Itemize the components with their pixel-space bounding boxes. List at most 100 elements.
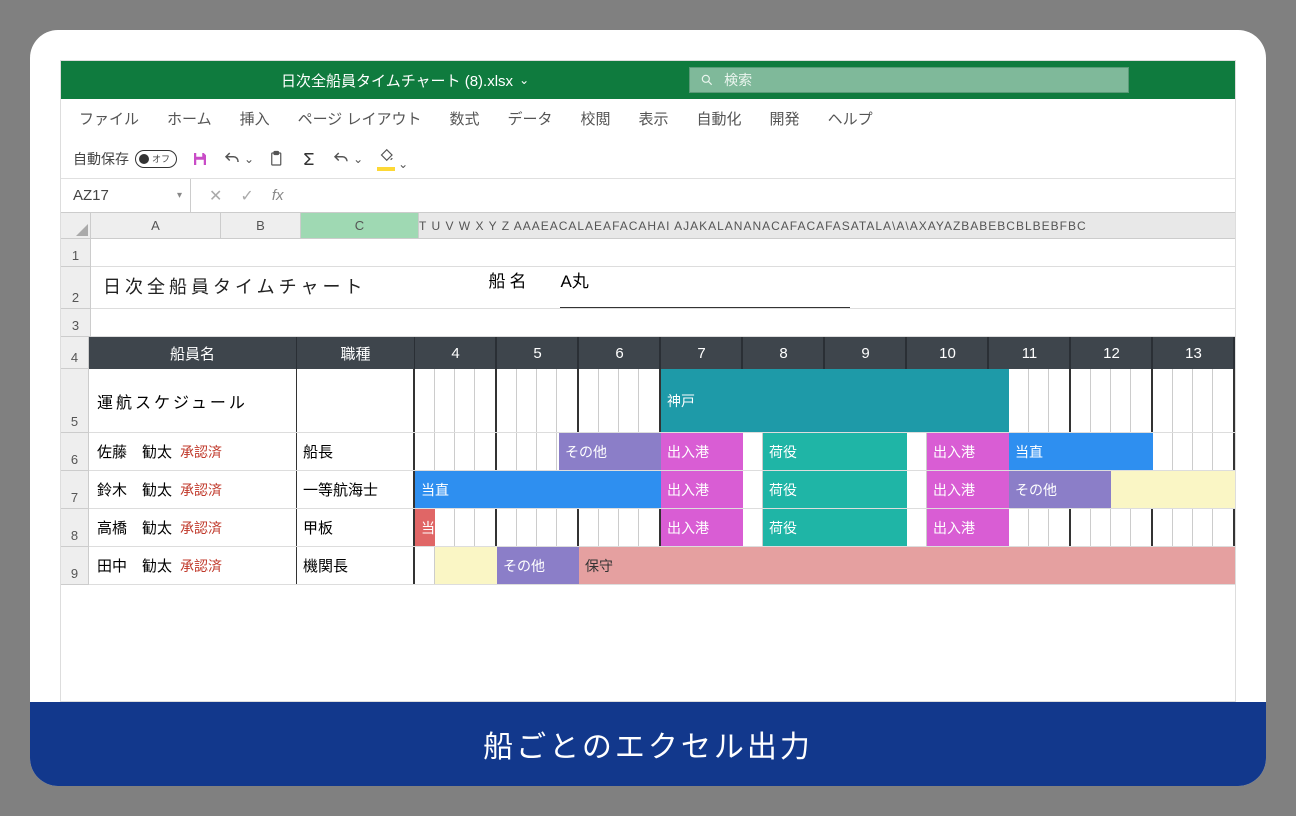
col-header[interactable]: A — [91, 213, 221, 238]
status-badge: 承認済 — [180, 518, 222, 538]
task-cargo: 荷役 — [763, 471, 907, 508]
crew-cell: 佐藤 勧太 承認済 — [89, 433, 297, 470]
tab-view[interactable]: 表示 — [639, 108, 669, 129]
hours-track: 神戸 — [415, 369, 1235, 432]
tab-dev[interactable]: 開発 — [770, 108, 800, 129]
formula-bar: AZ17 ▾ ✕ ✓ fx — [61, 179, 1235, 213]
hours-track: その他 保守 — [415, 547, 1235, 584]
chevron-down-icon: ▾ — [177, 190, 182, 201]
ship-label: 船名 — [488, 267, 530, 308]
task-blank — [435, 547, 497, 584]
header-hour: 11 — [989, 337, 1071, 369]
autosum-icon[interactable] — [300, 150, 318, 168]
quick-access-toolbar: 自動保存 オフ ⌄ ⌄ — [61, 139, 1235, 179]
task-port-io: 出入港 — [661, 471, 743, 508]
hours-track: その他 出入港 荷役 出入港 当直 — [415, 433, 1235, 470]
role-cell: 船長 — [297, 433, 415, 470]
paste-icon[interactable] — [268, 150, 286, 168]
autosave-toggle[interactable]: 自動保存 オフ — [73, 149, 177, 169]
tab-insert[interactable]: 挿入 — [240, 108, 270, 129]
crew-cell: 田中 勧太 承認済 — [89, 547, 297, 584]
row-header[interactable]: 3 — [61, 309, 91, 337]
task-port-io: 出入港 — [927, 433, 1009, 470]
row-header[interactable]: 5 — [61, 369, 89, 433]
row-header[interactable]: 4 — [61, 337, 89, 369]
search-icon — [700, 73, 714, 87]
role-cell — [297, 369, 415, 432]
task-watch-short: 当 — [415, 509, 435, 546]
select-all-corner[interactable] — [61, 213, 91, 238]
header-hour: 13 — [1153, 337, 1235, 369]
worksheet[interactable]: 1 2 日次全船員タイムチャート 船名 A丸 3 — [61, 239, 1235, 585]
tab-help[interactable]: ヘルプ — [828, 108, 873, 129]
crew-cell: 高橋 勧太 承認済 — [89, 509, 297, 546]
header-hour: 6 — [579, 337, 661, 369]
tab-data[interactable]: データ — [507, 108, 552, 129]
task-cargo: 荷役 — [763, 433, 907, 470]
row-header[interactable]: 1 — [61, 239, 91, 267]
tab-automate[interactable]: 自動化 — [697, 108, 742, 129]
tab-home[interactable]: ホーム — [167, 108, 212, 129]
header-hour: 10 — [907, 337, 989, 369]
fill-color-icon[interactable]: ⌄ — [377, 146, 408, 171]
chevron-down-icon: ⌄ — [519, 73, 529, 87]
role-cell: 一等航海士 — [297, 471, 415, 508]
col-header-selected[interactable]: C — [301, 213, 419, 238]
task-port: 神戸 — [661, 369, 1009, 432]
card-frame: 日次全船員タイムチャート (8).xlsx ⌄ 検索 ファイル ホーム 挿入 ペ… — [30, 30, 1266, 786]
status-badge: 承認済 — [180, 480, 222, 500]
header-hour: 5 — [497, 337, 579, 369]
tab-review[interactable]: 校閲 — [581, 108, 611, 129]
task-port-io: 出入港 — [661, 433, 743, 470]
cancel-formula-icon[interactable]: ✕ — [209, 186, 222, 206]
row-header[interactable]: 2 — [61, 267, 91, 309]
crew-cell: 鈴木 勧太 承認済 — [89, 471, 297, 508]
row-header[interactable]: 8 — [61, 509, 89, 547]
header-role: 職種 — [297, 337, 415, 369]
autosave-label: 自動保存 — [73, 149, 129, 169]
ship-name: A丸 — [560, 267, 850, 308]
name-box[interactable]: AZ17 ▾ — [61, 179, 191, 212]
task-maintenance: 保守 — [579, 547, 1235, 584]
task-watch: 当直 — [1009, 433, 1153, 470]
save-icon[interactable] — [191, 150, 209, 168]
col-headers-rest[interactable]: T U V W X Y Z AAAEACALAEAFACAHAI AJAKALA… — [419, 213, 1235, 238]
task-other: その他 — [497, 547, 579, 584]
header-crew: 船員名 — [89, 337, 297, 369]
row-header[interactable]: 7 — [61, 471, 89, 509]
hours-track: 当直 出入港 荷役 出入港 その他 — [415, 471, 1235, 508]
row-header[interactable]: 6 — [61, 433, 89, 471]
tab-layout[interactable]: ページ レイアウト — [298, 108, 422, 129]
task-watch: 当直 — [415, 471, 661, 508]
search-input[interactable]: 検索 — [689, 67, 1129, 93]
row-header[interactable]: 9 — [61, 547, 89, 585]
header-hour: 9 — [825, 337, 907, 369]
filename: 日次全船員タイムチャート (8).xlsx — [281, 70, 513, 91]
ribbon-tabs: ファイル ホーム 挿入 ページ レイアウト 数式 データ 校閲 表示 自動化 開… — [61, 99, 1235, 139]
task-port-io: 出入港 — [927, 509, 1009, 546]
col-header[interactable]: B — [221, 213, 301, 238]
confirm-formula-icon[interactable]: ✓ — [240, 186, 253, 206]
undo-icon[interactable]: ⌄ — [223, 150, 254, 168]
file-title[interactable]: 日次全船員タイムチャート (8).xlsx ⌄ — [281, 70, 529, 91]
hours-track: 当 出入港 荷役 出入港 — [415, 509, 1235, 546]
fx-icon[interactable]: fx — [272, 187, 284, 204]
schedule-label: 運航スケジュール — [89, 369, 297, 432]
task-port-io: 出入港 — [927, 471, 1009, 508]
redo-icon[interactable]: ⌄ — [332, 150, 363, 168]
header-hour: 4 — [415, 337, 497, 369]
role-cell: 機関長 — [297, 547, 415, 584]
titlebar: 日次全船員タイムチャート (8).xlsx ⌄ 検索 — [61, 61, 1235, 99]
header-hour: 7 — [661, 337, 743, 369]
task-blank — [1111, 471, 1235, 508]
excel-screenshot: 日次全船員タイムチャート (8).xlsx ⌄ 検索 ファイル ホーム 挿入 ペ… — [30, 30, 1266, 702]
task-other: その他 — [1009, 471, 1111, 508]
status-badge: 承認済 — [180, 556, 222, 576]
task-port-io: 出入港 — [661, 509, 743, 546]
tab-file[interactable]: ファイル — [79, 108, 139, 129]
excel-window: 日次全船員タイムチャート (8).xlsx ⌄ 検索 ファイル ホーム 挿入 ペ… — [60, 60, 1236, 702]
task-cargo: 荷役 — [763, 509, 907, 546]
column-headers: A B C T U V W X Y Z AAAEACALAEAFACAHAI A… — [61, 213, 1235, 239]
header-hour: 8 — [743, 337, 825, 369]
tab-formula[interactable]: 数式 — [449, 108, 479, 129]
